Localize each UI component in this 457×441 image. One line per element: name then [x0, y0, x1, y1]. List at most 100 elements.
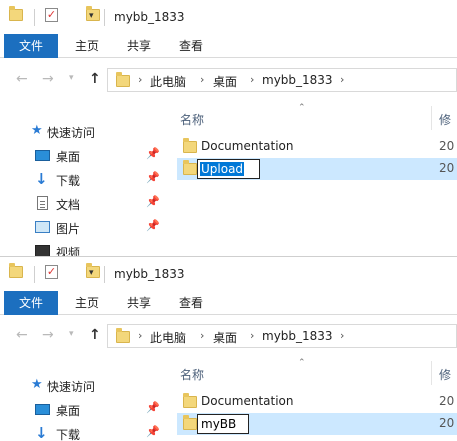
column-name[interactable]: 名称: [180, 366, 204, 383]
nav-label: 桌面: [56, 404, 81, 418]
chevron-right-icon[interactable]: ›: [200, 73, 204, 86]
nav-item-videos[interactable]: 视频: [0, 240, 163, 256]
download-icon: ↓: [35, 424, 48, 441]
properties-icon[interactable]: ✓: [45, 8, 58, 22]
star-icon: ★: [31, 123, 43, 138]
folder-icon[interactable]: [9, 6, 23, 21]
nav-item-downloads[interactable]: ↓ 下载 📌: [0, 422, 163, 441]
ribbon-tabs: 文件 主页 共享 查看: [0, 34, 457, 58]
tab-share[interactable]: 共享: [114, 34, 164, 58]
folder-icon[interactable]: [9, 263, 23, 278]
divider: [34, 266, 35, 283]
chevron-right-icon[interactable]: ›: [138, 73, 142, 86]
pin-icon[interactable]: 📌: [146, 219, 160, 232]
document-icon: [37, 196, 48, 210]
file-date: 20: [439, 139, 455, 153]
pin-icon[interactable]: 📌: [146, 401, 160, 414]
tab-file[interactable]: 文件: [4, 34, 58, 58]
rename-input[interactable]: myBB: [197, 414, 249, 434]
column-modified[interactable]: 修: [439, 111, 451, 128]
pin-icon[interactable]: 📌: [146, 195, 160, 208]
breadcrumb-folder[interactable]: mybb_1833: [262, 73, 333, 87]
up-arrow-icon[interactable]: ↑: [89, 327, 101, 343]
nav-label: 图片: [56, 222, 81, 236]
properties-icon[interactable]: ✓: [45, 265, 58, 279]
pin-icon[interactable]: 📌: [146, 171, 160, 184]
breadcrumb-desktop[interactable]: 桌面: [213, 73, 237, 90]
tab-view[interactable]: 查看: [166, 291, 216, 315]
nav-quick-access[interactable]: ★ 快速访问: [0, 374, 163, 398]
rename-input[interactable]: Upload: [197, 159, 260, 179]
column-modified[interactable]: 修: [439, 366, 451, 383]
nav-label: 下载: [56, 428, 81, 441]
window-title: mybb_1833: [114, 267, 185, 281]
file-date: 20: [439, 394, 455, 408]
column-divider[interactable]: [431, 106, 432, 130]
ribbon-tabs: 文件 主页 共享 查看: [0, 291, 457, 315]
column-header: ⌃ 名称 修: [163, 358, 457, 385]
address-bar[interactable]: › 此电脑 › 桌面 › mybb_1833 ›: [107, 68, 457, 92]
tab-file[interactable]: 文件: [4, 291, 58, 315]
file-date: 20: [439, 416, 455, 430]
recent-locations-icon[interactable]: ▾: [69, 73, 74, 83]
column-header: ⌃ 名称 修: [163, 103, 457, 130]
folder-icon: [183, 393, 197, 408]
breadcrumb-this-pc[interactable]: 此电脑: [150, 329, 186, 346]
chevron-right-icon[interactable]: ›: [250, 329, 254, 342]
nav-label: 下载: [56, 174, 81, 188]
breadcrumb-folder[interactable]: mybb_1833: [262, 329, 333, 343]
list-item[interactable]: Documentation 20: [177, 136, 457, 158]
explorer-window-top: ✓ ▾ mybb_1833 文件 主页 共享 查看 ← → ▾ ↑ › 此电脑 …: [0, 0, 457, 256]
customize-toolbar-icon[interactable]: ▾: [89, 11, 94, 21]
title-bar: ✓ ▾ mybb_1833: [0, 0, 457, 34]
chevron-right-icon[interactable]: ›: [200, 329, 204, 342]
recent-locations-icon[interactable]: ▾: [69, 329, 74, 339]
list-item[interactable]: Documentation 20: [177, 391, 457, 413]
nav-item-pictures[interactable]: 图片 📌: [0, 216, 163, 240]
customize-toolbar-icon[interactable]: ▾: [89, 268, 94, 278]
star-icon: ★: [31, 377, 43, 392]
back-arrow-icon[interactable]: ←: [16, 71, 28, 87]
up-arrow-icon[interactable]: ↑: [89, 71, 101, 87]
chevron-right-icon[interactable]: ›: [138, 329, 142, 342]
list-item-selected[interactable]: Upload 20: [177, 158, 457, 180]
nav-label: 快速访问: [47, 380, 96, 394]
divider: [104, 266, 105, 283]
rename-text[interactable]: myBB: [200, 417, 237, 431]
breadcrumb-this-pc[interactable]: 此电脑: [150, 73, 186, 90]
nav-item-downloads[interactable]: ↓ 下载 📌: [0, 168, 163, 192]
tab-view[interactable]: 查看: [166, 34, 216, 58]
nav-label: 视频: [56, 246, 81, 256]
chevron-right-icon[interactable]: ›: [250, 73, 254, 86]
title-bar: ✓ ▾ mybb_1833: [0, 257, 457, 291]
nav-item-desktop[interactable]: 桌面 📌: [0, 144, 163, 168]
nav-label: 文档: [56, 198, 81, 212]
address-bar[interactable]: › 此电脑 › 桌面 › mybb_1833 ›: [107, 324, 457, 348]
folder-icon: [183, 160, 197, 175]
column-divider[interactable]: [431, 361, 432, 385]
column-name[interactable]: 名称: [180, 111, 204, 128]
divider: [104, 9, 105, 26]
nav-item-desktop[interactable]: 桌面 📌: [0, 398, 163, 422]
pin-icon[interactable]: 📌: [146, 425, 160, 438]
forward-arrow-icon[interactable]: →: [42, 327, 54, 343]
chevron-right-icon[interactable]: ›: [340, 73, 344, 86]
chevron-right-icon[interactable]: ›: [340, 329, 344, 342]
back-arrow-icon[interactable]: ←: [16, 327, 28, 343]
pin-icon[interactable]: 📌: [146, 147, 160, 160]
nav-item-documents[interactable]: 文档 📌: [0, 192, 163, 216]
tab-share[interactable]: 共享: [114, 291, 164, 315]
breadcrumb-desktop[interactable]: 桌面: [213, 329, 237, 346]
tab-home[interactable]: 主页: [62, 34, 112, 58]
folder-icon: [116, 328, 130, 343]
rename-text[interactable]: Upload: [200, 162, 245, 176]
divider: [34, 9, 35, 26]
list-item-selected[interactable]: myBB 20: [177, 413, 457, 435]
forward-arrow-icon[interactable]: →: [42, 71, 54, 87]
desktop-icon: [35, 404, 50, 415]
file-name: Documentation: [201, 394, 294, 408]
pictures-icon: [35, 221, 50, 233]
download-icon: ↓: [35, 170, 48, 188]
tab-home[interactable]: 主页: [62, 291, 112, 315]
nav-quick-access[interactable]: ★ 快速访问: [0, 120, 163, 144]
